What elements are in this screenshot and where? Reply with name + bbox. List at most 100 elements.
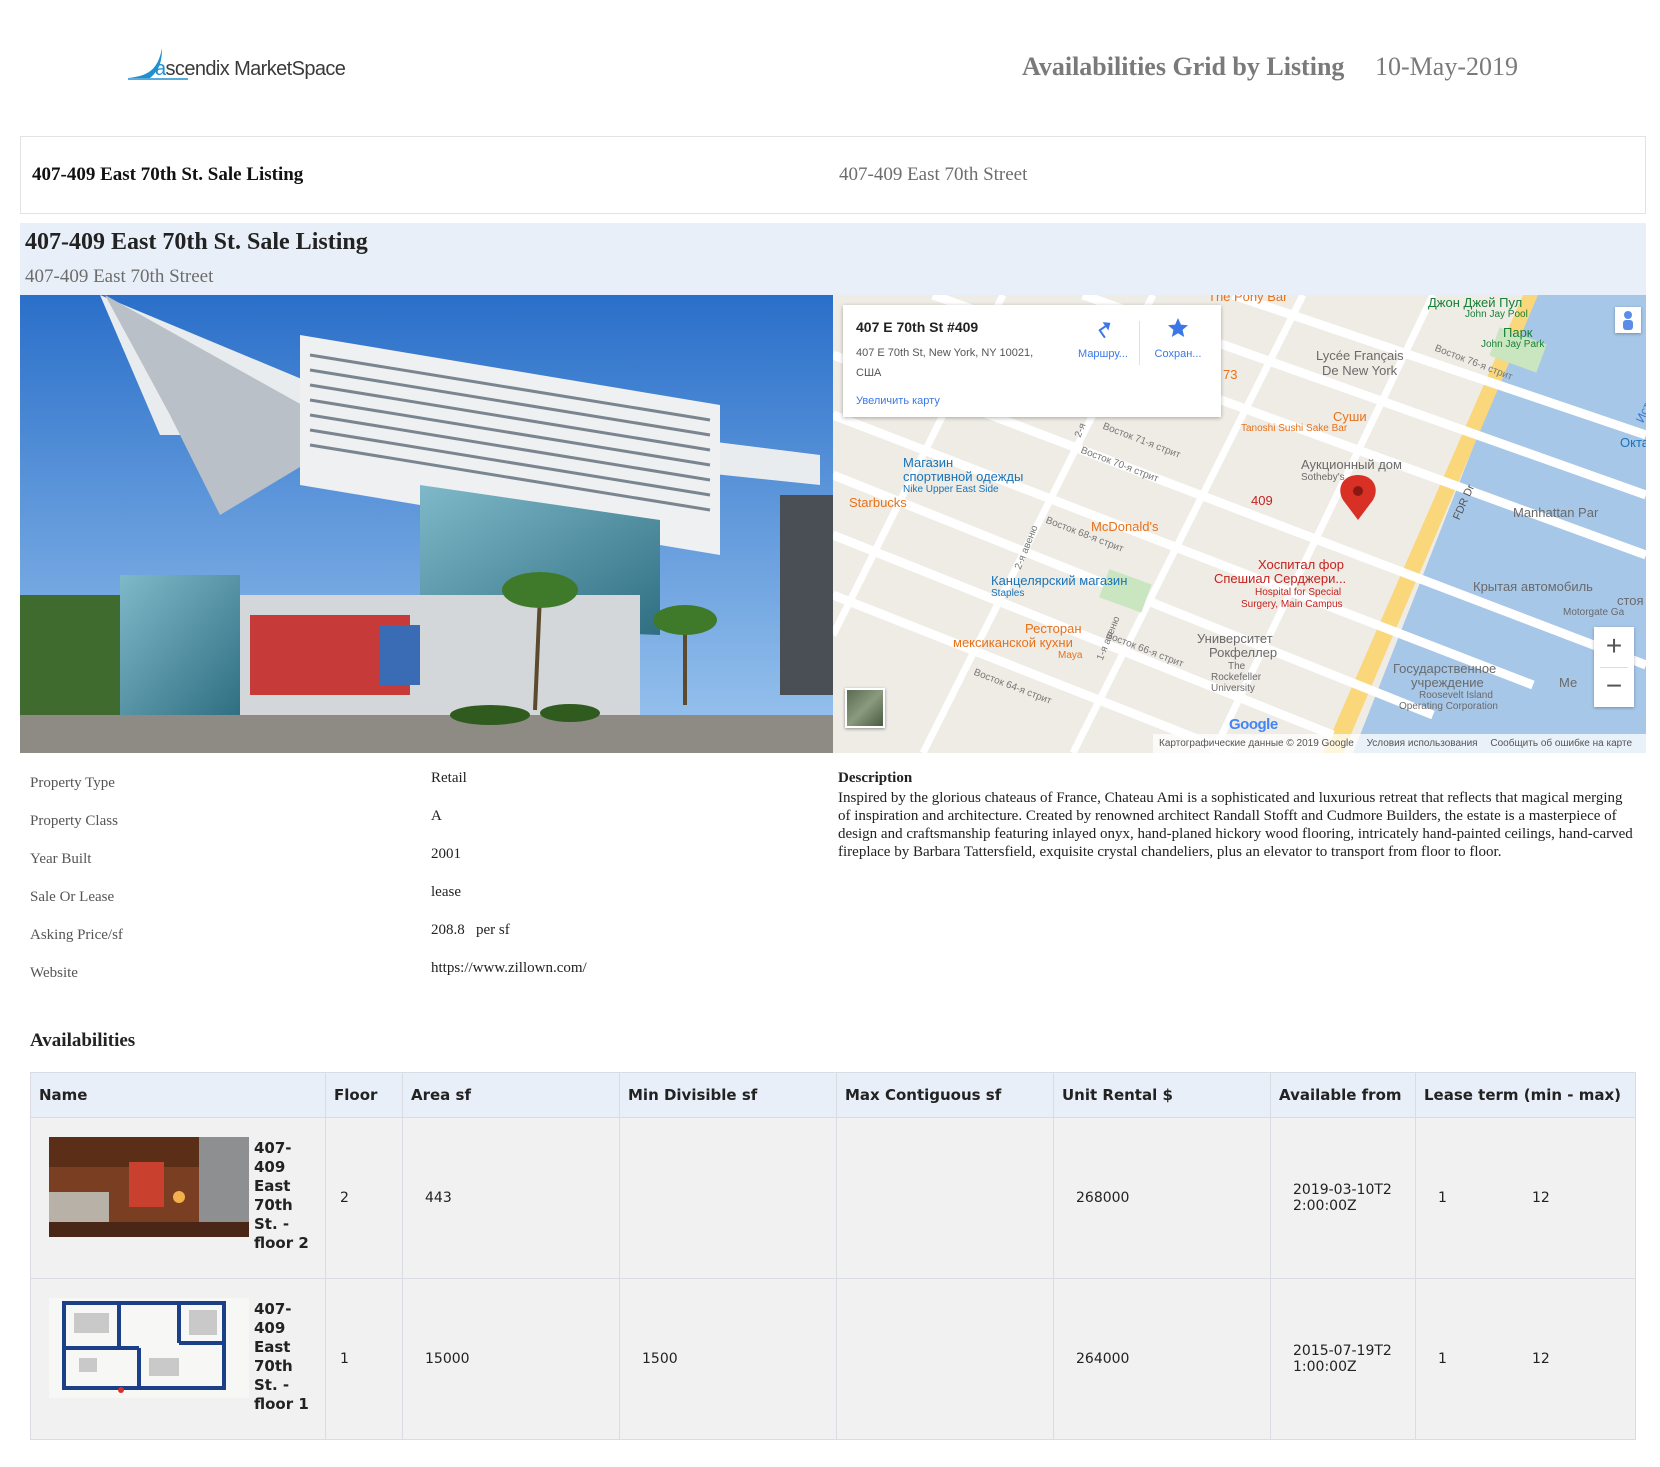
location-map[interactable]: The Pony Bar Джон Джей Пул John Jay Pool… [833,295,1646,753]
col-area: Area sf [402,1072,620,1118]
poi-sports-store-en: Nike Upper East Side [903,484,999,495]
asking-price-label: Asking Price/sf [30,927,123,943]
col-name: Name [30,1072,326,1118]
map-card-address: 407 E 70th St, New York, NY 10021, [856,347,1034,359]
poi-gov-en-2: Operating Corporation [1399,701,1498,712]
listing-address: 407-409 East 70th Street [839,164,1028,185]
poi-gov-en: Roosevelt Island [1419,690,1493,701]
lease-min: 1 [1438,1190,1447,1206]
poi-mcdonalds: McDonald's [1091,519,1159,534]
col-unit-rental: Unit Rental $ [1053,1072,1271,1118]
listing-name: 407-409 East 70th St. Sale Listing [32,164,304,185]
property-photo [20,295,833,753]
google-logo: Google [1229,716,1278,733]
satellite-toggle-button[interactable] [845,688,885,728]
year-built-row: Year Built 2001 [30,846,790,884]
poi-stationery-en: Staples [991,588,1025,599]
table-header-row: Name Floor Area sf Min Divisible sf Max … [30,1072,1636,1118]
poi-gov: Государственное [1393,661,1497,676]
poi-university-en-3: University [1211,683,1255,694]
table-row: 407-409 East 70th St. - floor 1 1 15000 … [30,1278,1636,1440]
year-built-value: 2001 [431,846,461,862]
attribution-data: Картографические данные © 2019 Google [1159,738,1354,749]
poi-university-en: The [1228,661,1246,672]
floor-cell: 1 [325,1278,403,1440]
lease-min: 1 [1438,1351,1447,1367]
listing-title-band: 407-409 East 70th St. Sale Listing 407-4… [20,223,1646,295]
listing-summary-bar: 407-409 East 70th St. Sale Listing 407-4… [20,136,1646,214]
sale-or-lease-value: lease [431,884,461,900]
zoom-out-button[interactable]: − [1594,667,1634,707]
area-cell: 443 [402,1117,620,1279]
star-icon [1168,318,1188,337]
min-divisible-cell: 1500 [619,1278,837,1440]
property-class-label: Property Class [30,813,118,829]
description-section: Description Inspired by the glorious cha… [838,770,1638,861]
attribution-report[interactable]: Сообщить об ошибке на карте [1490,738,1632,749]
report-title: Availabilities Grid by Listing [1022,52,1345,81]
col-available-from: Available from [1270,1072,1416,1118]
poi-covered-parking: Крытая автомобиль [1473,579,1593,594]
asking-price-row: Asking Price/sf 208.8 per sf [30,922,790,960]
unit-rental-cell: 268000 [1053,1117,1271,1279]
unit-name[interactable]: 407-409 East 70th St. - floor 2 [254,1139,314,1253]
map-zoom-link[interactable]: Увеличить карту [856,395,940,407]
property-class-value: A [431,808,442,824]
year-built-label: Year Built [30,851,92,867]
area-cell: 15000 [402,1278,620,1440]
poi-starbucks: Starbucks [849,495,907,510]
poi-lycee: Lycée Français [1316,348,1404,363]
poi-john-jay-pool: Джон Джей Пул [1428,295,1523,310]
sale-or-lease-label: Sale Or Lease [30,889,115,905]
zoom-in-button[interactable]: + [1594,627,1634,667]
directions-icon [1098,322,1111,339]
map-zoom-control: + − [1594,627,1634,707]
poi-sports-store: Магазин [903,455,954,470]
attribution-terms[interactable]: Условия использования [1367,738,1478,749]
available-from-cell: 2015-07-19T21:00:00Z [1270,1278,1416,1440]
lease-term-cell: 1 12 [1415,1278,1636,1440]
poi-auction: Аукционный дом [1301,457,1402,472]
poi-73: 73 [1223,367,1238,382]
property-type-row: Property Type Retail [30,770,790,808]
poi-hospital-en-2: Surgery, Main Campus [1241,599,1343,610]
col-max-contiguous: Max Contiguous sf [836,1072,1054,1118]
save-button[interactable]: Сохран... [1146,317,1210,360]
map-pin-icon[interactable] [1338,473,1378,523]
description-body: Inspired by the glorious chateaus of Fra… [838,790,1633,860]
poi-hospital: Хоспитал фор [1258,557,1344,572]
lease-max: 12 [1532,1190,1550,1206]
poi-sports-store-2: спортивной одежды [903,469,1024,484]
poi-restaurant-en: Maya [1058,650,1083,661]
map-card-divider [1139,321,1140,365]
poi-restaurant-2: мексиканской кухни [953,635,1073,650]
street-view-pegman-icon[interactable] [1615,307,1641,333]
directions-button[interactable]: Маршру... [1071,317,1135,360]
poi-manhattan-park: Manhattan Par [1513,505,1599,520]
website-row: Website https://www.zillown.com/ [30,960,790,998]
description-title: Description [838,770,913,786]
website-label: Website [30,965,78,981]
unit-name[interactable]: 407-409 East 70th St. - floor 1 [254,1300,314,1414]
poi-covered-parking-2: стоя [1617,593,1644,608]
col-lease-term: Lease term (min - max) [1415,1072,1636,1118]
poi-park-en: John Jay Park [1481,339,1545,350]
min-divisible-cell [619,1117,837,1279]
poi-park: Парк [1503,325,1533,340]
poi-university: Университет [1197,631,1273,646]
map-card-title: 407 E 70th St #409 [856,319,979,335]
asking-price-value: 208.8 per sf [431,922,510,938]
website-link[interactable]: https://www.zillown.com/ [431,960,587,977]
poi-lycee-2: De New York [1322,363,1398,378]
availabilities-title: Availabilities [30,1030,136,1051]
available-from-cell: 2019-03-10T22:00:00Z [1270,1117,1416,1279]
map-pin-label: 409 [1251,493,1273,508]
floor-plan-image [49,1298,249,1398]
report-header: ascendix MarketSpace Availabilities Grid… [0,0,1660,130]
poi-me: Ме [1559,675,1578,690]
poi-pony-bar: The Pony Bar [1208,295,1288,304]
property-class-row: Property Class A [30,808,790,846]
unit-photo [49,1137,249,1237]
listing-subtitle: 407-409 East 70th Street [25,266,214,287]
poi-restaurant: Ресторан [1025,621,1082,636]
